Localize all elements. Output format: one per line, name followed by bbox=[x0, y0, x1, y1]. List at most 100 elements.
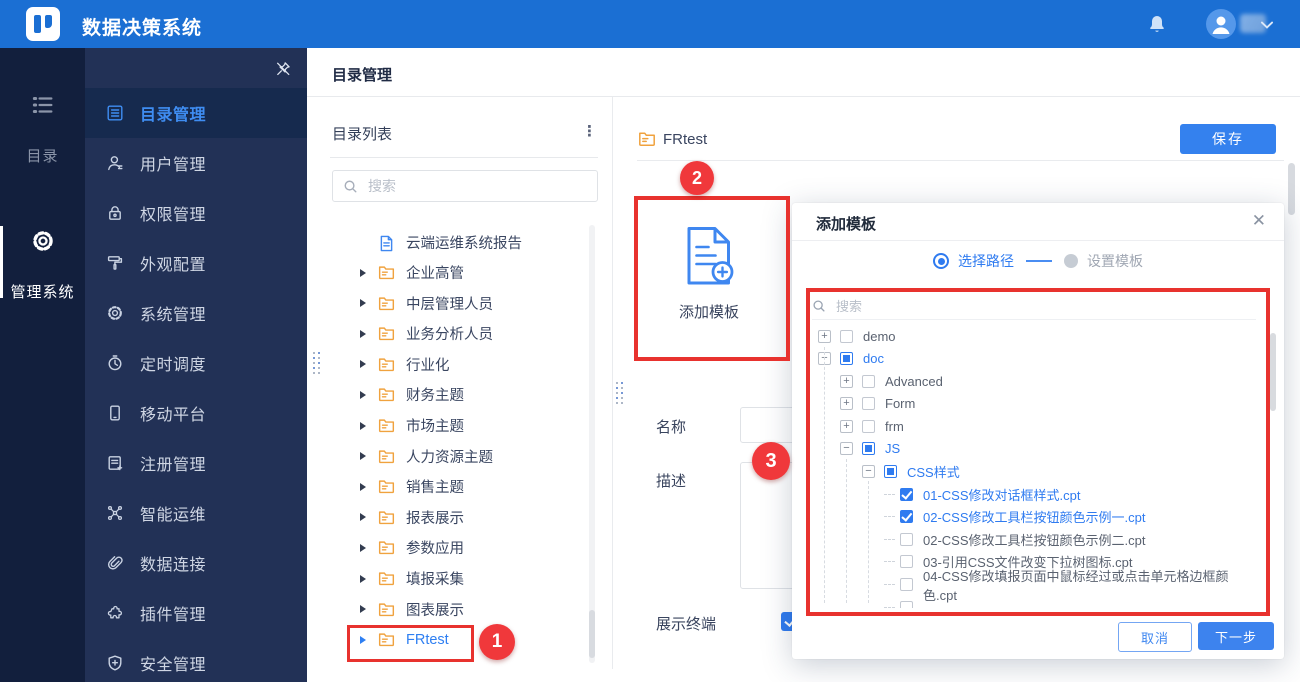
catalog-tree-item[interactable]: 市场主题 bbox=[332, 415, 588, 437]
caret-right-icon[interactable] bbox=[360, 605, 366, 614]
sidebar-item-data-connection[interactable]: 数据连接 bbox=[85, 538, 307, 588]
caret-right-icon[interactable] bbox=[360, 421, 366, 430]
caret-right-icon[interactable] bbox=[360, 452, 366, 461]
sidebar-item-appearance-config[interactable]: 外观配置 bbox=[85, 238, 307, 288]
step-2[interactable]: 设置模板 bbox=[1064, 251, 1143, 271]
rail-item-directory[interactable]: 目录 bbox=[0, 92, 85, 166]
checkbox-unchecked[interactable] bbox=[900, 578, 913, 592]
sidebar-item-plugin-management[interactable]: 插件管理 bbox=[85, 588, 307, 638]
expand-icon[interactable]: + bbox=[840, 374, 853, 388]
checkbox-unchecked[interactable] bbox=[900, 600, 913, 608]
close-icon[interactable]: ✕ bbox=[1252, 211, 1266, 231]
panel-splitter-handle[interactable] bbox=[616, 382, 624, 405]
catalog-tree-item[interactable]: 企业高管 bbox=[332, 262, 588, 284]
catalog-tree-item[interactable]: 参数应用 bbox=[332, 537, 588, 559]
catalog-tree: 云端运维系统报告 企业高管中层管理人员 业务分析人员 行业化财务主题市场主题人力资源主… bbox=[332, 231, 588, 659]
catalog-tree-item[interactable]: 行业化 bbox=[332, 353, 588, 375]
sidebar-item-mobile-platform[interactable]: 移动平台 bbox=[85, 388, 307, 438]
caret-right-icon[interactable] bbox=[360, 543, 366, 552]
caret-right-icon[interactable] bbox=[360, 513, 366, 522]
caret-right-icon[interactable] bbox=[360, 329, 366, 338]
modal-search[interactable] bbox=[812, 293, 1256, 320]
sidebar-item-schedule-management[interactable]: 定时调度 bbox=[85, 338, 307, 388]
unpin-icon[interactable] bbox=[274, 60, 292, 78]
catalog-tree-item[interactable]: 填报采集 bbox=[332, 568, 588, 590]
sidebar-item-user-management[interactable]: 用户管理 bbox=[85, 138, 307, 188]
checkbox-unchecked[interactable] bbox=[900, 532, 913, 546]
catalog-tree-item[interactable]: 业务分析人员 bbox=[332, 323, 588, 345]
checkbox-unchecked[interactable] bbox=[862, 374, 875, 388]
sidebar-item-intelligent-ops[interactable]: 智能运维 bbox=[85, 488, 307, 538]
kebab-menu-icon[interactable]: ⋮ bbox=[582, 122, 598, 140]
checkbox-indeterminate[interactable] bbox=[840, 352, 853, 366]
step-1[interactable]: 选择路径 bbox=[933, 251, 1014, 271]
caret-right-icon[interactable] bbox=[360, 268, 366, 277]
checkbox-indeterminate[interactable] bbox=[862, 442, 875, 456]
catalog-tree-item[interactable]: 财务主题 bbox=[332, 384, 588, 406]
radio-idle-icon bbox=[1064, 254, 1078, 268]
sidebar-item-security-management[interactable]: 安全管理 bbox=[85, 638, 307, 682]
catalog-tree-item[interactable]: 云端运维系统报告 bbox=[332, 231, 588, 253]
sidebar-item-catalog-management[interactable]: 目录管理 bbox=[85, 88, 307, 138]
template-tree-item[interactable]: 04-CSS修改填报页面中鼠标经过或点击单元格边框颜色.cpt bbox=[818, 569, 1258, 603]
catalog-tree-item[interactable]: 人力资源主题 bbox=[332, 445, 588, 467]
notification-bell-icon[interactable] bbox=[1146, 13, 1168, 35]
template-tree-item[interactable]: + demo bbox=[818, 327, 1258, 345]
sidebar-item-registration-management[interactable]: 注册管理 bbox=[85, 438, 307, 488]
name-field-label: 名称 bbox=[656, 419, 687, 436]
sidebar-splitter-handle[interactable] bbox=[313, 352, 321, 375]
caret-right-icon[interactable] bbox=[360, 390, 366, 399]
caret-right-icon[interactable] bbox=[360, 299, 366, 308]
caret-right-icon[interactable] bbox=[360, 574, 366, 583]
add-template-button[interactable]: 添加模板 bbox=[642, 203, 776, 348]
catalog-tree-item[interactable]: 图表展示 bbox=[332, 598, 588, 620]
rail-item-management-system[interactable]: 管理系统 bbox=[0, 228, 85, 302]
catalog-tree-item[interactable]: FRtest bbox=[332, 629, 588, 651]
checkbox-unchecked[interactable] bbox=[840, 329, 853, 343]
collapse-icon[interactable]: − bbox=[818, 352, 831, 366]
template-tree-item[interactable]: 01-CSS修改对话框样式.cpt bbox=[818, 485, 1258, 503]
template-tree-item[interactable]: + Advanced bbox=[818, 372, 1258, 390]
search-icon bbox=[344, 180, 357, 192]
expand-icon[interactable]: + bbox=[840, 397, 853, 411]
template-tree-item[interactable]: + frm bbox=[818, 417, 1258, 435]
template-tree-item[interactable]: − doc bbox=[818, 350, 1258, 368]
catalog-search-input[interactable] bbox=[366, 177, 570, 195]
checkbox-checked[interactable] bbox=[900, 510, 913, 524]
checkbox-checked[interactable] bbox=[900, 487, 913, 501]
user-avatar[interactable] bbox=[1206, 9, 1236, 39]
caret-right-icon[interactable] bbox=[360, 482, 366, 491]
next-step-button[interactable]: 下一步 bbox=[1198, 622, 1274, 650]
save-button[interactable]: 保存 bbox=[1180, 124, 1276, 154]
page-title: 目录管理 bbox=[332, 67, 393, 84]
sidebar-item-system-management[interactable]: 系统管理 bbox=[85, 288, 307, 338]
caret-right-icon[interactable] bbox=[360, 635, 366, 644]
template-tree-item[interactable]: − CSS样式 bbox=[818, 463, 1258, 481]
catalog-scrollbar-thumb[interactable] bbox=[589, 610, 595, 658]
template-tree-item[interactable]: − JS bbox=[818, 440, 1258, 458]
sidebar-item-permission-management[interactable]: 权限管理 bbox=[85, 188, 307, 238]
chevron-down-icon[interactable] bbox=[1258, 16, 1276, 34]
tree-connector bbox=[884, 584, 895, 586]
expand-icon[interactable]: + bbox=[840, 419, 853, 433]
template-tree-item[interactable]: 02-CSS修改工具栏按钮颜色示例一.cpt bbox=[818, 508, 1258, 526]
catalog-tree-item[interactable]: 中层管理人员 bbox=[332, 292, 588, 314]
checkbox-unchecked[interactable] bbox=[862, 419, 875, 433]
modal-search-input[interactable] bbox=[834, 297, 1218, 315]
main-scrollbar-thumb[interactable] bbox=[1288, 163, 1295, 215]
checkbox-unchecked[interactable] bbox=[900, 555, 913, 569]
catalog-search[interactable] bbox=[332, 170, 598, 202]
collapse-icon[interactable]: − bbox=[840, 442, 853, 456]
caret-right-icon[interactable] bbox=[360, 360, 366, 369]
collapse-icon[interactable]: − bbox=[862, 465, 875, 479]
checkbox-unchecked[interactable] bbox=[862, 397, 875, 411]
modal-scrollbar-thumb[interactable] bbox=[1270, 333, 1276, 411]
catalog-scrollbar-track[interactable] bbox=[589, 225, 595, 663]
checkbox-indeterminate[interactable] bbox=[884, 465, 897, 479]
template-tree-item[interactable]: + Form bbox=[818, 395, 1258, 413]
cancel-button[interactable]: 取消 bbox=[1118, 622, 1192, 652]
catalog-tree-item[interactable]: 报表展示 bbox=[332, 506, 588, 528]
expand-icon[interactable]: + bbox=[818, 329, 831, 343]
template-tree-item[interactable]: 02-CSS修改工具栏按钮颜色示例二.cpt bbox=[818, 530, 1258, 548]
catalog-tree-item[interactable]: 销售主题 bbox=[332, 476, 588, 498]
